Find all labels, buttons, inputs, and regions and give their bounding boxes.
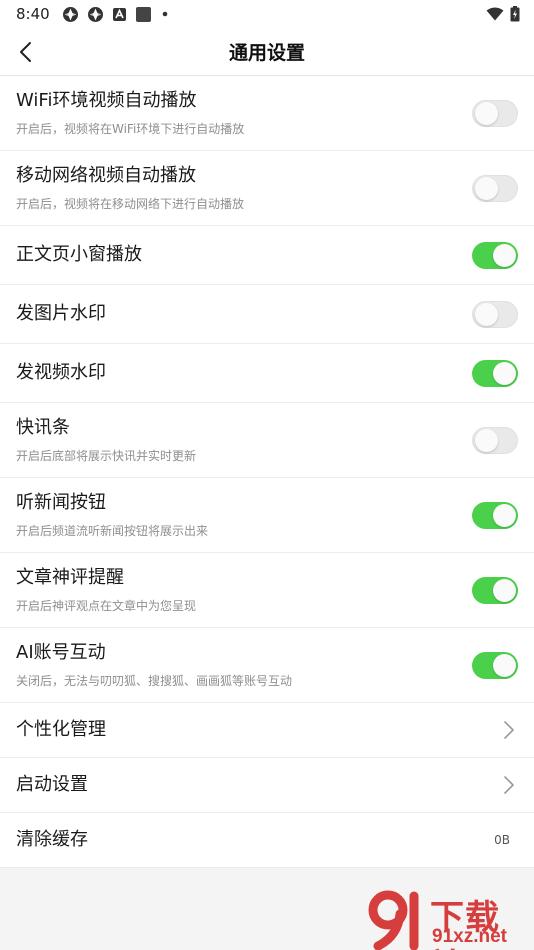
nav-personalization[interactable]: 个性化管理 [0, 703, 534, 758]
toggle-knob [493, 361, 516, 385]
toggle-knob [493, 653, 516, 677]
toggle-knob [493, 578, 516, 602]
ai-account-toggle[interactable] [472, 651, 518, 679]
app-notification-icon [62, 6, 78, 22]
page-title: 通用设置 [228, 42, 305, 64]
setting-description: 开启后频道流听新闻按钮将展示出来 [16, 524, 209, 538]
news-ticker-toggle[interactable] [472, 426, 518, 454]
setting-description: 开启后底部将展示快讯并实时更新 [16, 449, 197, 463]
comment-reminder-toggle[interactable] [472, 576, 518, 604]
font-app-icon [112, 7, 126, 21]
wifi-autoplay-toggle[interactable] [472, 99, 518, 127]
mini-window-toggle[interactable] [472, 241, 518, 269]
setting-mobile-autoplay: 移动网络视频自动播放 开启后，视频将在移动网络下进行自动播放 [0, 151, 534, 226]
toggle-knob [475, 176, 498, 200]
watermark-site: 91xz.net [432, 926, 507, 947]
setting-label: WiFi环境视频自动播放 [16, 90, 197, 111]
chevron-right-icon [504, 776, 514, 794]
toggle-knob [493, 503, 516, 527]
setting-comment-reminder: 文章神评提醒 开启后神评观点在文章中为您呈现 [0, 553, 534, 628]
clear-cache-label: 清除缓存 [16, 829, 88, 850]
setting-image-watermark: 发图片水印 [0, 285, 534, 344]
settings-list: WiFi环境视频自动播放 开启后，视频将在WiFi环境下进行自动播放 移动网络视… [0, 76, 534, 868]
title-bar: 通用设置 [0, 28, 534, 76]
status-time: 8:40 [16, 5, 50, 23]
battery-icon [510, 6, 520, 22]
nav-label: 个性化管理 [16, 719, 106, 740]
setting-label: AI账号互动 [16, 642, 106, 663]
clear-cache-row[interactable]: 清除缓存 0B [0, 813, 534, 868]
setting-description: 开启后神评观点在文章中为您呈现 [16, 599, 197, 613]
notification-icons [62, 6, 170, 23]
setting-description: 开启后，视频将在移动网络下进行自动播放 [16, 197, 245, 211]
setting-label: 正文页小窗播放 [16, 244, 142, 265]
toggle-knob [475, 101, 498, 125]
setting-ai-account: AI账号互动 关闭后，无法与叨叨狐、搜搜狐、画画狐等账号互动 [0, 628, 534, 703]
setting-wifi-autoplay: WiFi环境视频自动播放 开启后，视频将在WiFi环境下进行自动播放 [0, 76, 534, 151]
setting-news-ticker: 快讯条 开启后底部将展示快讯并实时更新 [0, 403, 534, 478]
status-bar: 8:40 [0, 0, 534, 28]
setting-label: 快讯条 [16, 417, 70, 438]
image-watermark-toggle[interactable] [472, 300, 518, 328]
setting-label: 发视频水印 [16, 362, 106, 383]
setting-label: 听新闻按钮 [16, 492, 106, 513]
toggle-knob [475, 428, 498, 452]
setting-video-watermark: 发视频水印 [0, 344, 534, 403]
setting-listen-news: 听新闻按钮 开启后频道流听新闻按钮将展示出来 [0, 478, 534, 553]
wifi-icon [486, 7, 504, 21]
system-icons [486, 6, 520, 22]
toggle-knob [493, 243, 516, 267]
mobile-autoplay-toggle[interactable] [472, 174, 518, 202]
toggle-knob [475, 302, 498, 326]
setting-label: 移动网络视频自动播放 [16, 165, 196, 186]
setting-description: 开启后，视频将在WiFi环境下进行自动播放 [16, 122, 245, 136]
video-watermark-toggle[interactable] [472, 359, 518, 387]
app-notification-icon [87, 6, 103, 22]
more-dot-icon [162, 11, 167, 17]
listen-news-toggle[interactable] [472, 501, 518, 529]
square-app-icon [135, 6, 151, 22]
back-arrow-icon[interactable] [14, 40, 38, 64]
setting-label: 文章神评提醒 [16, 567, 124, 588]
watermark-logo-icon [368, 890, 419, 950]
setting-label: 发图片水印 [16, 303, 106, 324]
site-watermark: 下载站 91xz.net [362, 888, 532, 950]
nav-startup-settings[interactable]: 启动设置 [0, 758, 534, 813]
nav-label: 启动设置 [16, 774, 88, 795]
cache-size: 0B [494, 833, 510, 847]
setting-description: 关闭后，无法与叨叨狐、搜搜狐、画画狐等账号互动 [16, 674, 293, 688]
setting-mini-window: 正文页小窗播放 [0, 226, 534, 285]
chevron-right-icon [504, 721, 514, 739]
